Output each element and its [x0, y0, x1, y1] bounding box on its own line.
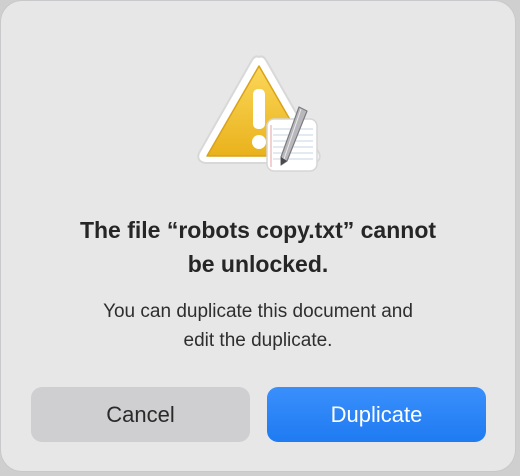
alert-title-line: The file “robots copy.txt” cannot: [79, 217, 437, 243]
alert-title-line: be unlocked.: [187, 251, 329, 277]
alert-message: You can duplicate this document and edit…: [21, 297, 495, 355]
caution-document-icon: [191, 49, 327, 179]
duplicate-button[interactable]: Duplicate: [267, 387, 486, 442]
alert-message-line: edit the duplicate.: [183, 330, 333, 351]
alert-message-line: You can duplicate this document and: [103, 301, 413, 322]
cancel-button[interactable]: Cancel: [31, 387, 250, 442]
alert-title: The file “robots copy.txt” cannot be unl…: [21, 213, 495, 281]
unlock-alert-dialog: The file “robots copy.txt” cannot be unl…: [0, 0, 516, 472]
